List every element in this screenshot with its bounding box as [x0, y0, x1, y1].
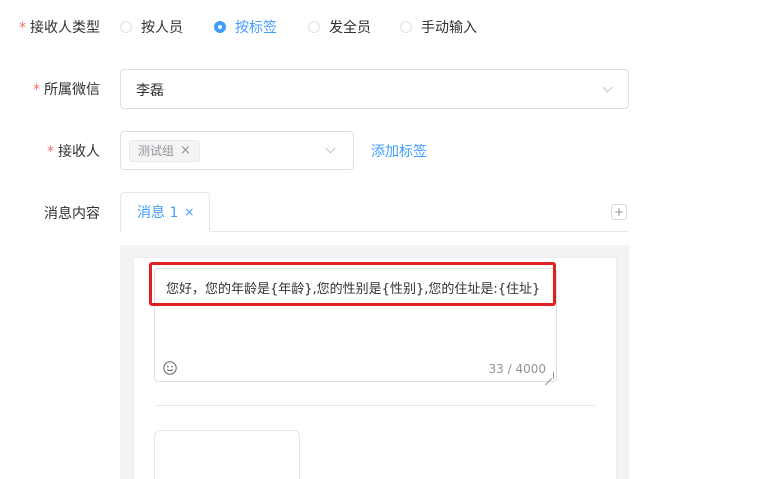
radio-manual-input[interactable]: 手动输入	[400, 17, 477, 37]
radio-by-person[interactable]: 按人员	[120, 17, 183, 37]
receiver-type-label-text: 接收人类型	[30, 20, 100, 36]
radio-circle-icon	[308, 21, 320, 33]
wechat-select-value: 李磊	[136, 83, 164, 99]
radio-label: 按标签	[235, 20, 277, 36]
radio-circle-icon	[120, 21, 132, 33]
radio-checked-icon	[214, 21, 226, 33]
radio-circle-icon	[400, 21, 412, 33]
message-label-text: 消息内容	[44, 206, 100, 222]
close-icon[interactable]: ×	[184, 205, 194, 219]
radio-all-members[interactable]: 发全员	[308, 17, 371, 37]
receiver-label-text: 接收人	[58, 144, 100, 160]
close-icon[interactable]: ×	[180, 141, 191, 161]
chevron-down-icon	[602, 82, 613, 93]
tab-label: 消息 1	[137, 205, 179, 221]
resize-handle[interactable]	[546, 372, 554, 379]
add-tag-link[interactable]: 添加标签	[371, 141, 427, 161]
chevron-down-icon	[325, 143, 336, 154]
smile-icon[interactable]	[163, 361, 177, 375]
radio-label: 按人员	[141, 20, 183, 36]
radio-label: 发全员	[329, 20, 371, 36]
upload-area[interactable]	[154, 430, 300, 479]
tag-chip: 测试组 ×	[129, 140, 200, 162]
receiver-tag-select[interactable]: 测试组 ×	[120, 131, 354, 170]
required-mark: *	[19, 20, 26, 36]
char-counter: 33 / 4000	[488, 362, 546, 376]
wechat-select[interactable]: 李磊	[120, 69, 629, 109]
tab-bar-line	[210, 231, 629, 232]
wechat-label-text: 所属微信	[44, 82, 100, 98]
add-tab-button[interactable]: +	[611, 204, 627, 220]
divider	[155, 405, 595, 406]
message-text: 您好，您的年龄是{年龄},您的性别是{性别},您的住址是:{住址}	[166, 282, 541, 297]
required-mark: *	[33, 82, 40, 98]
required-mark: *	[47, 144, 54, 160]
tab-message-1[interactable]: 消息 1 ×	[120, 192, 210, 232]
message-textarea[interactable]: 您好，您的年龄是{年龄},您的性别是{性别},您的住址是:{住址} 33 / 4…	[154, 268, 557, 382]
radio-label: 手动输入	[421, 20, 477, 36]
tag-chip-label: 测试组	[138, 144, 175, 158]
radio-by-tag[interactable]: 按标签	[214, 17, 277, 37]
